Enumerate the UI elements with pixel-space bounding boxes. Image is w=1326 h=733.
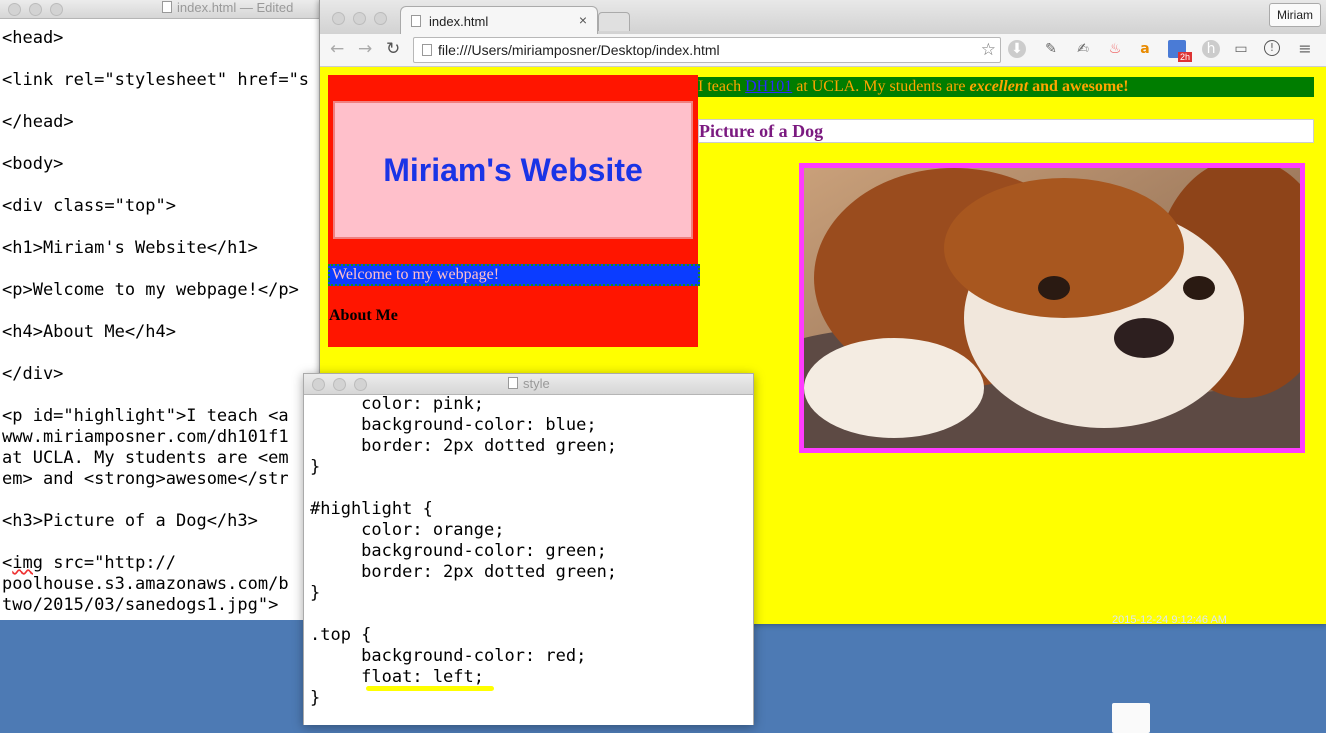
code-line: }	[310, 688, 321, 708]
code-line: <img src="http://	[2, 553, 177, 573]
window-title-text: style	[523, 376, 550, 391]
minimize-window-button[interactable]	[29, 3, 42, 16]
code-line: .top {	[310, 625, 372, 645]
welcome-paragraph: Welcome to my webpage!	[328, 264, 700, 286]
window-controls	[332, 10, 395, 29]
site-heading: Miriam's Website	[333, 101, 693, 239]
css-editor-window: style color: pink; background-color: blu…	[303, 373, 754, 725]
highlight-text-end: !	[1123, 78, 1129, 95]
code-line: poolhouse.s3.amazonaws.com/b	[2, 574, 289, 594]
back-button[interactable]: ←	[330, 39, 344, 59]
amazon-extension-icon[interactable]: a	[1136, 40, 1154, 58]
code-line: www.miriamposner.com/dh101f1	[2, 427, 289, 447]
html-source-text[interactable]: <head> <link rel="stylesheet" href="s </…	[2, 28, 309, 616]
code-line: border: 2px dotted green;	[310, 436, 618, 456]
highlight-text-start: I teach	[698, 78, 746, 95]
edited-indicator: — Edited	[236, 0, 294, 15]
code-line: background-color: green;	[310, 541, 607, 561]
address-bar[interactable]: file:///Users/miriamposner/Desktop/index…	[413, 37, 1001, 63]
extension-flame-icon[interactable]: ♨	[1106, 40, 1124, 58]
css-file-icon	[508, 377, 518, 389]
window-controls	[8, 3, 71, 19]
code-line: <div class="top">	[2, 196, 176, 216]
dog-image	[799, 163, 1305, 453]
code-line: border: 2px dotted green;	[310, 562, 618, 582]
code-line: at UCLA. My students are <em	[2, 448, 289, 468]
zoom-window-button[interactable]	[50, 3, 63, 16]
code-line: background-color: red;	[310, 646, 587, 666]
tab-index-html[interactable]: index.html ×	[400, 6, 598, 35]
browser-toolbar: ← → ↻ file:///Users/miriamposner/Desktop…	[320, 34, 1326, 67]
page-icon	[411, 15, 421, 27]
textedit-titlebar[interactable]: index.html — Edited	[0, 0, 330, 19]
forward-button[interactable]: →	[358, 39, 372, 59]
code-line: <p>Welcome to my webpage!</p>	[2, 280, 299, 300]
highlight-underline-marker	[366, 686, 494, 691]
emphasis-text: excellent	[969, 78, 1029, 95]
extension-script-icon[interactable]: ✍	[1074, 40, 1092, 58]
reload-button[interactable]: ↻	[386, 39, 400, 59]
chrome-menu-icon[interactable]: ≡	[1296, 40, 1314, 58]
code-line: color: pink;	[310, 394, 484, 414]
highlight-paragraph: I teach DH101 at UCLA. My students are e…	[698, 77, 1314, 97]
window-title: style	[508, 376, 550, 391]
highlight-text-mid: at UCLA. My students are	[792, 78, 970, 95]
bookmark-star-icon[interactable]: ☆	[981, 38, 996, 62]
window-controls	[312, 378, 375, 394]
info-extension-icon[interactable]: !	[1264, 40, 1280, 56]
minimize-window-button[interactable]	[353, 12, 366, 25]
tab-strip: index.html × Miriam	[320, 0, 1326, 35]
window-title: index.html — Edited	[162, 0, 293, 15]
address-url[interactable]: file:///Users/miriamposner/Desktop/index…	[438, 42, 720, 58]
desktop-file-icon[interactable]	[1112, 703, 1150, 733]
dh101-link[interactable]: DH101	[745, 78, 792, 95]
code-line: float: left;	[310, 667, 484, 687]
profile-button[interactable]: Miriam	[1269, 3, 1321, 27]
close-window-button[interactable]	[312, 378, 325, 391]
about-heading: About Me	[329, 307, 398, 324]
calendar-badge: 2h	[1178, 52, 1193, 62]
code-line: background-color: blue;	[310, 415, 597, 435]
code-line: color: orange;	[310, 520, 505, 540]
code-line: </head>	[2, 112, 74, 132]
code-line: <head>	[2, 28, 64, 48]
code-line: #highlight {	[310, 499, 433, 519]
code-line: two/2015/03/sanedogs1.jpg">	[2, 595, 279, 615]
highlight-text-and: and	[1028, 78, 1062, 95]
code-line: <link rel="stylesheet" href="s	[2, 70, 310, 90]
zoom-window-button[interactable]	[354, 378, 367, 391]
hypothesis-extension-icon[interactable]: h	[1202, 40, 1220, 58]
code-line: }	[310, 457, 321, 477]
new-tab-button[interactable]	[598, 12, 630, 31]
puppy-photo-icon	[804, 168, 1300, 448]
code-line: <h4>About Me</h4>	[2, 322, 176, 342]
window-title-text: index.html	[177, 0, 237, 15]
tab-title: index.html	[429, 14, 489, 29]
zoom-window-button[interactable]	[374, 12, 387, 25]
close-window-button[interactable]	[332, 12, 345, 25]
html-file-icon	[162, 1, 172, 13]
textedit-window: index.html — Edited <head> <link rel="st…	[0, 0, 330, 620]
code-line: }	[310, 583, 321, 603]
code-line: <h3>Picture of a Dog</h3>	[2, 511, 258, 531]
css-source-text[interactable]: color: pink; background-color: blue; bor…	[310, 394, 617, 709]
code-line: </div>	[2, 364, 64, 384]
style-titlebar[interactable]: style	[304, 374, 753, 395]
strong-text: awesome	[1061, 78, 1124, 95]
extension-download-icon[interactable]: ⬇	[1008, 40, 1026, 58]
code-line: <p id="highlight">I teach <a	[2, 406, 289, 426]
close-window-button[interactable]	[8, 3, 21, 16]
close-tab-icon[interactable]: ×	[579, 12, 587, 28]
code-line: <h1>Miriam's Website</h1>	[2, 238, 258, 258]
dog-heading: Picture of a Dog	[698, 119, 1314, 143]
desktop-file-label: 2015-12-24 9:12:46 AM	[1112, 614, 1227, 626]
cast-icon[interactable]: ▭	[1232, 40, 1250, 58]
code-line: <body>	[2, 154, 64, 174]
page-icon	[422, 44, 432, 56]
top-div: Miriam's Website Welcome to my webpage! …	[328, 75, 700, 347]
code-line: em> and <strong>awesome</str	[2, 469, 289, 489]
minimize-window-button[interactable]	[333, 378, 346, 391]
extension-brush-icon[interactable]: ✎	[1042, 40, 1060, 58]
